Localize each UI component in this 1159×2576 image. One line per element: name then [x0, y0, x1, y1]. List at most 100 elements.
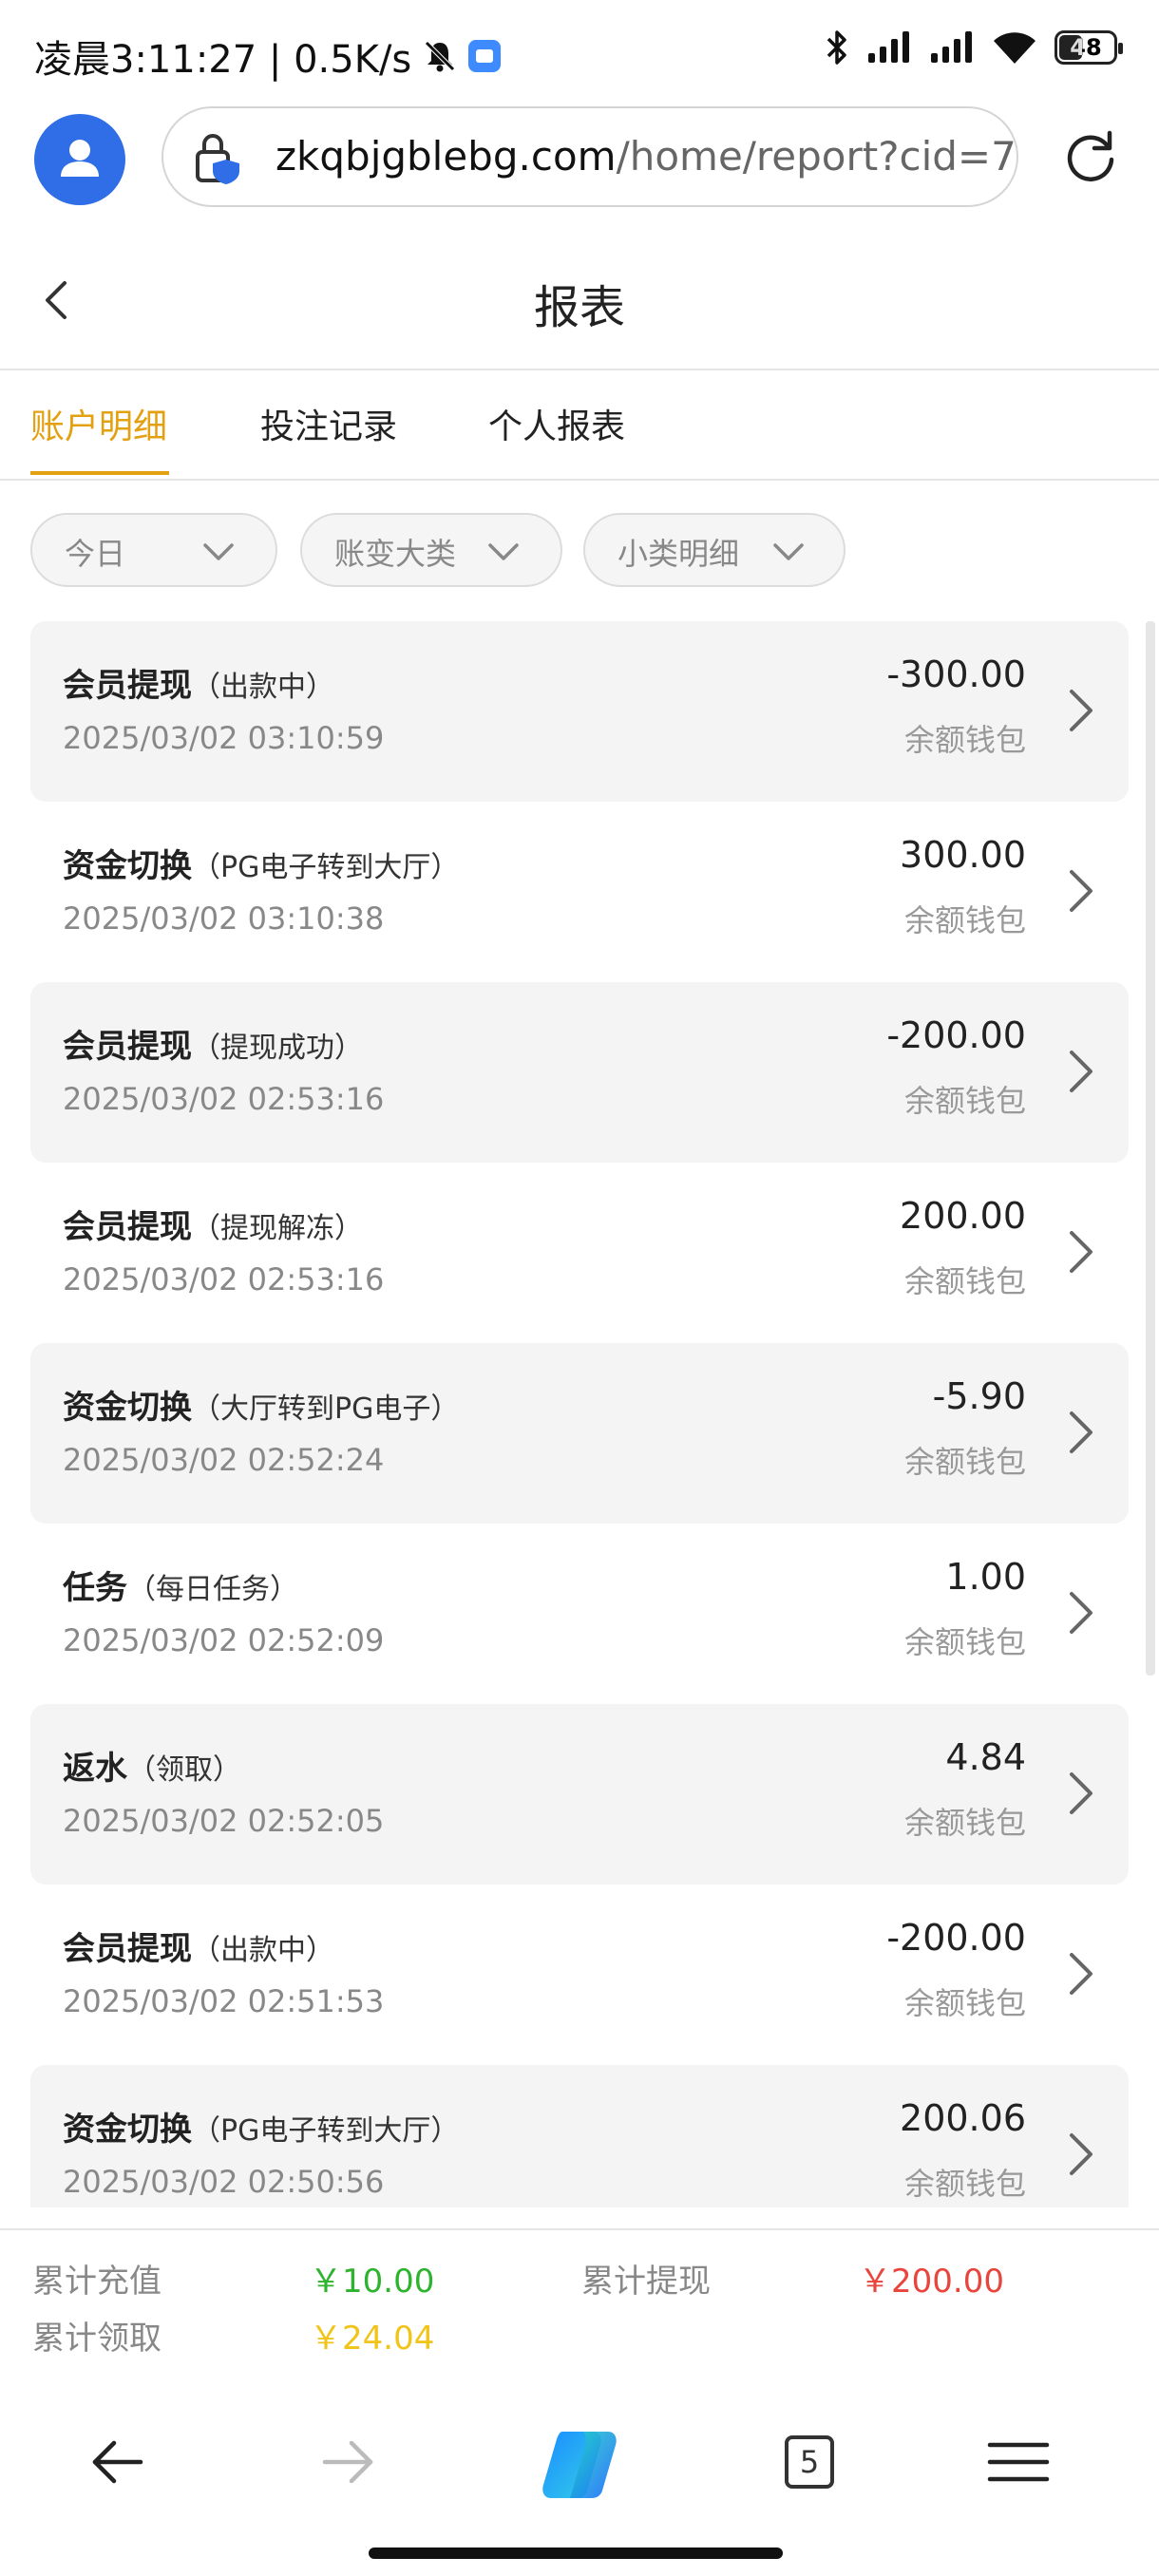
total-claim-value: ￥24.04 [310, 2320, 435, 2358]
chevron-down-icon [488, 543, 519, 560]
lock-shield-icon [196, 134, 239, 184]
transaction-type: 资金切换 [63, 2111, 192, 2149]
back-arrow-icon[interactable] [80, 2424, 156, 2500]
copilot-icon[interactable] [534, 2418, 625, 2510]
transaction-wallet: 余额钱包 [903, 1624, 1026, 1660]
transaction-time: 2025/03/02 03:10:38 [63, 900, 385, 937]
profile-avatar[interactable] [34, 114, 125, 205]
transaction-row[interactable]: 会员提现（提现解冻） 2025/03/02 02:53:16 200.00 余额… [30, 1163, 1129, 1343]
transaction-row[interactable]: 会员提现（出款中） 2025/03/02 03:10:59 -300.00 余额… [30, 621, 1129, 802]
home-indicator[interactable] [369, 2548, 783, 2559]
tab-personal-report[interactable]: 个人报表 [488, 399, 625, 448]
transaction-amount: 200.00 [900, 1195, 1026, 1237]
transaction-subtype: （提现解冻） [192, 1212, 363, 1245]
page-title: 报表 [533, 281, 625, 334]
transaction-row[interactable]: 会员提现（提现成功） 2025/03/02 02:53:16 -200.00 余… [30, 982, 1129, 1163]
tab-account-details[interactable]: 账户明细 [30, 399, 167, 448]
mute-bell-icon [425, 41, 456, 72]
active-tab-indicator [30, 471, 169, 475]
reload-icon[interactable] [1060, 125, 1121, 186]
transaction-amount: 200.06 [900, 2097, 1026, 2139]
tab-bet-records[interactable]: 投注记录 [260, 399, 397, 448]
report-tabs: 账户明细 投注记录 个人报表 [0, 370, 1159, 481]
transaction-type: 会员提现 [63, 1028, 192, 1066]
transaction-row[interactable]: 资金切换（PG电子转到大厅） 2025/03/02 03:10:38 300.0… [30, 802, 1129, 982]
menu-icon[interactable] [980, 2424, 1056, 2500]
transaction-subtype: （出款中） [192, 1934, 334, 1967]
url-text: zkqbjgblebg.com/home/report?cid=7717 [276, 133, 1016, 180]
app-notification-icon [468, 40, 502, 72]
signal-2-icon [931, 31, 972, 63]
transaction-wallet: 余额钱包 [903, 2166, 1026, 2202]
transaction-amount: -200.00 [886, 1014, 1026, 1056]
chevron-right-icon [1070, 1231, 1092, 1273]
filter-date[interactable]: 今日 [30, 513, 277, 587]
transaction-subtype: （提现成功） [192, 1032, 363, 1065]
url-domain: zkqbjgblebg.com [276, 133, 617, 180]
transaction-row[interactable]: 任务（每日任务） 2025/03/02 02:52:09 1.00 余额钱包 [30, 1524, 1129, 1704]
total-claim-label: 累计领取 [32, 2320, 162, 2358]
url-path: /home/report?cid=7717 [616, 133, 1016, 180]
chevron-right-icon [1070, 1953, 1092, 1995]
total-recharge-value: ￥10.00 [310, 2263, 435, 2301]
filter-sub-category[interactable]: 小类明细 [583, 513, 846, 587]
chevron-right-icon [1070, 690, 1092, 731]
transaction-wallet: 余额钱包 [903, 1985, 1026, 2021]
total-withdraw-label: 累计提现 [581, 2263, 711, 2301]
total-recharge-label: 累计充值 [32, 2263, 162, 2301]
transaction-time: 2025/03/02 02:50:56 [63, 2164, 385, 2200]
transaction-wallet: 余额钱包 [903, 1263, 1026, 1299]
filter-sub-category-label: 小类明细 [618, 536, 740, 572]
transaction-wallet: 余额钱包 [903, 1805, 1026, 1841]
transaction-amount: -5.90 [932, 1375, 1026, 1417]
battery-level: 48 [1070, 34, 1102, 61]
signal-icon [868, 31, 909, 63]
transaction-time: 2025/03/02 02:53:16 [63, 1081, 385, 1117]
wifi-icon [994, 32, 1036, 64]
chevron-down-icon [773, 543, 804, 560]
battery-icon: 48 [1054, 30, 1123, 65]
summary-panel: 累计充值 ￥10.00 累计提现 ￥200.00 累计领取 ￥24.04 [0, 2228, 1159, 2373]
transaction-row[interactable]: 会员提现（出款中） 2025/03/02 02:51:53 -200.00 余额… [30, 1885, 1129, 2065]
transaction-type: 会员提现 [63, 1208, 192, 1246]
transaction-time: 2025/03/02 02:51:53 [63, 1983, 385, 2019]
tab-switcher-button[interactable]: 5 [785, 2435, 834, 2489]
browser-bottom-nav: 5 [0, 2394, 1159, 2527]
transaction-row[interactable]: 返水（领取） 2025/03/02 02:52:05 4.84 余额钱包 [30, 1704, 1129, 1885]
transaction-wallet: 余额钱包 [903, 902, 1026, 938]
transaction-wallet: 余额钱包 [903, 722, 1026, 758]
total-withdraw-value: ￥200.00 [859, 2263, 1004, 2301]
transaction-time: 2025/03/02 02:53:16 [63, 1261, 385, 1297]
transaction-amount: 4.84 [945, 1736, 1026, 1778]
chevron-right-icon [1070, 870, 1092, 912]
transaction-amount: 1.00 [945, 1556, 1026, 1598]
transaction-row[interactable]: 资金切换（PG电子转到大厅） 2025/03/02 02:50:56 200.0… [30, 2065, 1129, 2207]
transaction-wallet: 余额钱包 [903, 1083, 1026, 1119]
chevron-right-icon [1070, 1592, 1092, 1634]
bluetooth-icon [826, 30, 846, 65]
transaction-row[interactable]: 资金切换（大厅转到PG电子） 2025/03/02 02:52:24 -5.90… [30, 1343, 1129, 1524]
transaction-amount: -300.00 [886, 653, 1026, 695]
transaction-time: 2025/03/02 02:52:24 [63, 1442, 385, 1478]
transaction-subtype: （PG电子转到大厅） [192, 851, 460, 884]
transaction-subtype: （PG电子转到大厅） [192, 2114, 460, 2148]
list-scrollbar[interactable] [1146, 621, 1155, 1676]
transaction-subtype: （每日任务） [127, 1573, 298, 1606]
chevron-right-icon [1070, 1411, 1092, 1453]
filter-main-category-label: 账变大类 [334, 536, 457, 572]
transaction-type: 会员提现 [63, 1930, 192, 1968]
transaction-type: 资金切换 [63, 847, 192, 885]
transaction-subtype: （领取） [127, 1753, 241, 1787]
user-icon [61, 140, 99, 177]
address-bar[interactable]: zkqbjgblebg.com/home/report?cid=7717 [162, 106, 1018, 207]
transaction-time: 2025/03/02 02:52:09 [63, 1622, 385, 1658]
transaction-amount: -200.00 [886, 1917, 1026, 1959]
filter-bar: 今日 账变大类 小类明细 [0, 509, 1159, 591]
browser-url-row: zkqbjgblebg.com/home/report?cid=7717 [0, 103, 1159, 217]
filter-main-category[interactable]: 账变大类 [300, 513, 562, 587]
page-header: 报表 [0, 232, 1159, 370]
forward-arrow-icon[interactable] [310, 2424, 386, 2500]
filter-date-label: 今日 [65, 536, 126, 572]
transaction-subtype: （大厅转到PG电子） [192, 1392, 460, 1426]
transaction-wallet: 余额钱包 [903, 1444, 1026, 1480]
